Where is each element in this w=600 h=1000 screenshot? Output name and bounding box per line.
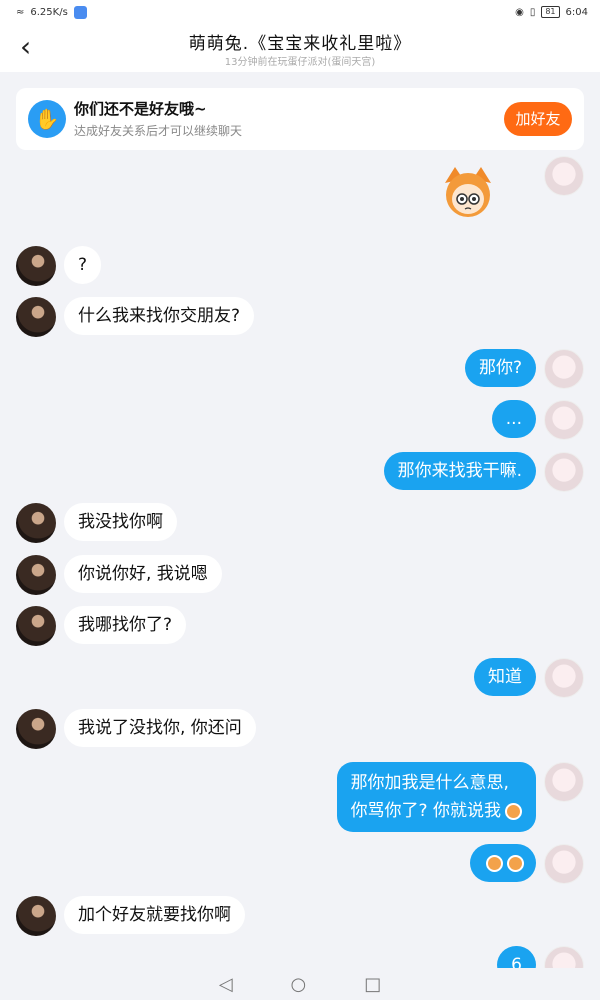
my-avatar[interactable] [544,349,584,389]
net-speed: 6.25K/s [30,7,68,18]
my-avatar[interactable] [544,762,584,802]
nav-back-icon[interactable]: ◁ [219,974,233,995]
emoji-icon [486,854,503,872]
message-bubble[interactable]: 那你来找我干嘛. [383,452,536,490]
emoji-icon [505,802,522,820]
nav-recent-icon[interactable]: □ [364,974,381,995]
message-bubble[interactable]: 我哪找你了? [64,606,187,644]
message-line: 你骂你了? 你就说我 [351,797,522,825]
message-bubble[interactable]: 我说了没找你, 你还问 [64,709,256,747]
their-avatar[interactable] [16,297,56,337]
chat-header: ‹ 萌萌兔.《宝宝来收礼里啦》 13分钟前在玩蛋仔派对(蛋间天宫) [0,26,600,72]
message-line-text: 你骂你了? 你就说我 [350,801,501,821]
my-avatar[interactable] [544,452,584,492]
status-left: ≈ 6.25K/s [16,6,87,19]
message-bubble[interactable]: 那你? [464,349,536,387]
banner-subtitle: 达成好友关系后才可以继续聊天 [74,124,243,138]
their-avatar[interactable] [16,555,56,595]
message-bubble[interactable]: 什么我来找你交朋友? [64,297,255,335]
emoji-icon [507,854,524,872]
message-bubble[interactable]: 那你加我是什么意思, 你骂你了? 你就说我 [336,762,536,832]
message-bubble[interactable]: ? [64,246,102,284]
my-avatar[interactable] [544,844,584,884]
chat-title: 萌萌兔.《宝宝来收礼里啦》 [188,34,412,54]
clock: 6:04 [565,6,588,18]
message-bubble[interactable]: 加个好友就要找你啊 [64,896,245,934]
their-avatar[interactable] [16,606,56,646]
vibrate-icon: ▯ [529,6,536,18]
status-bar: ≈ 6.25K/s ◉ ▯ 81 6:04 [0,0,600,26]
their-avatar[interactable] [16,709,56,749]
their-avatar[interactable] [16,896,56,936]
chat-subtitle: 13分钟前在玩蛋仔派对(蛋间天宫) [224,57,376,68]
banner-title: 你们还不是好友哦~ [74,100,207,118]
battery-icon: 81 [541,6,560,18]
add-friend-button[interactable]: 加好友 [504,102,572,136]
nav-home-icon[interactable]: ○ [291,974,307,995]
their-avatar[interactable] [16,246,56,286]
message-bubble[interactable]: 知道 [474,658,536,696]
wifi-icon: ≈ [16,7,25,18]
emoji-message[interactable] [470,844,536,882]
message-bubble[interactable]: ... [491,400,536,438]
their-avatar[interactable] [16,503,56,543]
my-avatar[interactable] [544,658,584,698]
not-friends-banner: ✋ 你们还不是好友哦~ 达成好友关系后才可以继续聊天 加好友 [16,88,584,150]
message-bubble[interactable]: 我没找你啊 [64,503,177,541]
message-bubble[interactable]: 你说你好, 我说嗯 [64,555,222,593]
app-notification-icon [73,6,87,19]
my-avatar[interactable] [544,400,584,440]
message-line: 那你加我是什么意思, [350,773,509,793]
system-nav-bar: ◁ ○ □ [0,968,600,1000]
my-avatar[interactable] [544,156,584,196]
eye-icon: ◉ [515,6,524,18]
status-right: ◉ ▯ 81 6:04 [515,6,588,18]
sticker-message[interactable] [441,163,495,219]
wave-hand-icon: ✋ [28,100,66,138]
